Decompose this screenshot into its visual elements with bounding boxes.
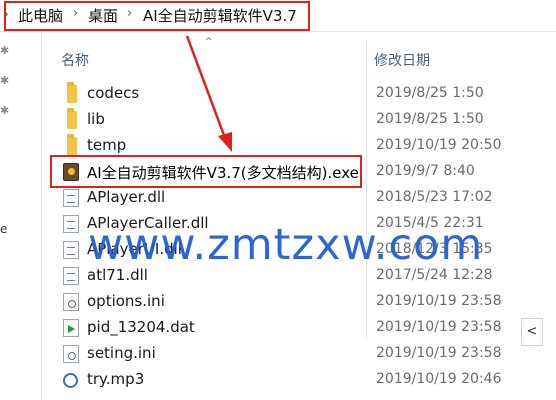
red-arrow-icon (185, 35, 232, 152)
